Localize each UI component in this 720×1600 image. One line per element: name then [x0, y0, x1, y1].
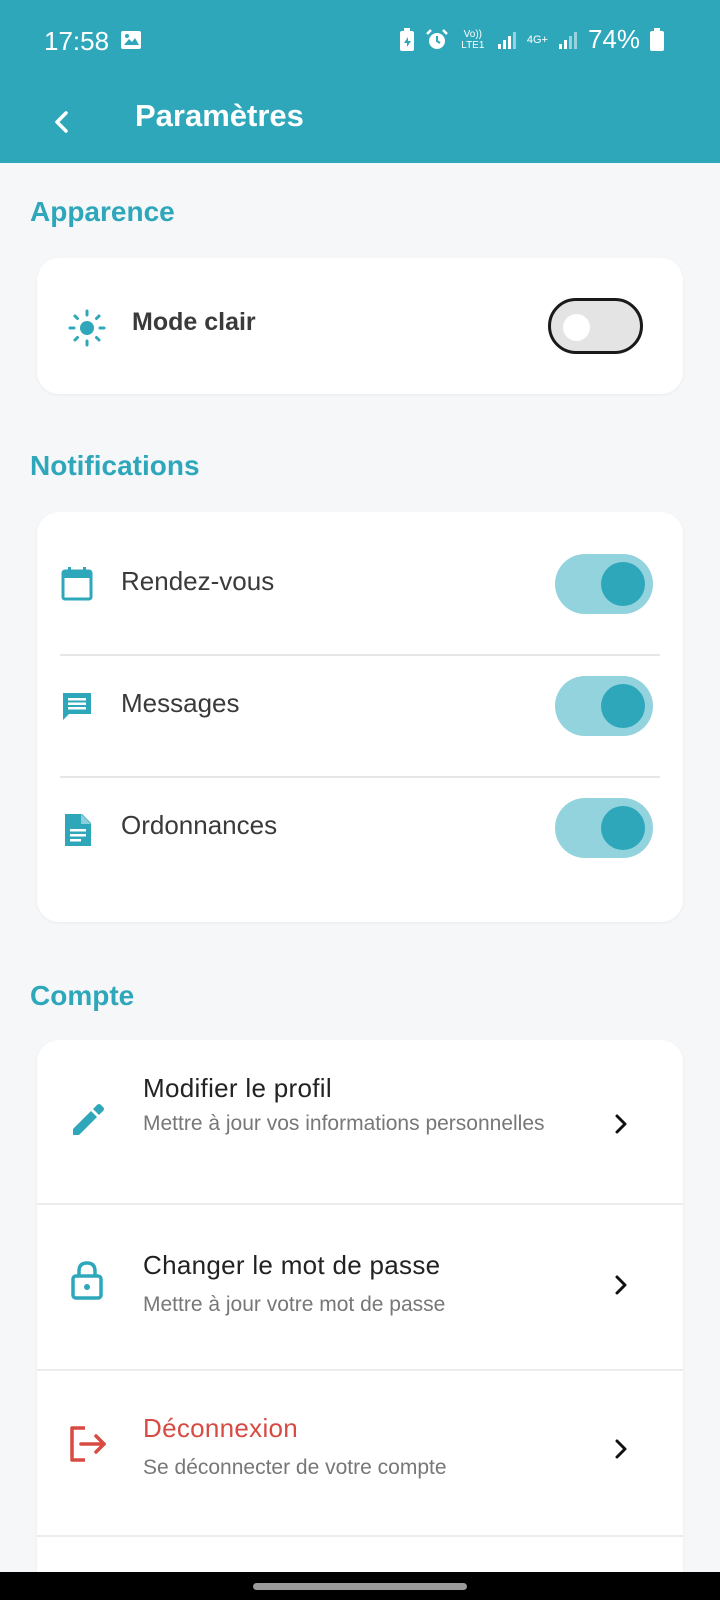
- section-title-account: Compte: [30, 980, 135, 1011]
- notif-row-rendez-vous[interactable]: Rendez-vous: [37, 526, 683, 647]
- status-bar: 17:58 Vo)) LTE1 4G+ 74%: [0, 0, 720, 82]
- notif-row-ordonnances[interactable]: Ordonnances: [37, 770, 683, 891]
- item-title: Modifier le profil: [143, 1073, 332, 1103]
- home-gesture-handle[interactable]: [253, 1583, 467, 1590]
- item-title: Déconnexion: [143, 1413, 299, 1443]
- appearance-card: Mode clair: [37, 258, 683, 394]
- volte-label: Vo)) LTE1: [461, 28, 485, 51]
- logout-icon: [70, 1426, 106, 1462]
- edit-profile-item[interactable]: Modifier le profil Mettre à jour vos inf…: [37, 1040, 683, 1202]
- item-subtitle: Mettre à jour vos informations personnel…: [143, 1112, 545, 1135]
- lock-icon: [71, 1261, 103, 1300]
- battery-percent: 74%: [587, 24, 640, 54]
- page-title: Paramètres: [135, 98, 304, 133]
- ordonnances-toggle[interactable]: [555, 798, 653, 858]
- system-nav-bar: [0, 1572, 720, 1600]
- alarm-icon: [425, 28, 448, 49]
- notif-label: Messages: [121, 688, 240, 718]
- toggle-knob: [601, 562, 645, 606]
- mode-clair-label: Mode clair: [132, 308, 256, 336]
- item-subtitle: Se déconnecter de votre compte: [143, 1456, 447, 1479]
- status-indicators: Vo)) LTE1 4G+ 74%: [399, 24, 664, 55]
- signal-1-icon: [497, 31, 516, 49]
- toggle-knob: [563, 314, 590, 341]
- section-title-appearance: Apparence: [30, 196, 175, 227]
- notif-label: Rendez-vous: [121, 566, 275, 596]
- app-bar: Paramètres: [0, 82, 720, 163]
- chevron-right-icon: [615, 1439, 627, 1459]
- section-title-notifications: Notifications: [30, 450, 200, 481]
- network-type-label: 4G+: [526, 33, 548, 46]
- back-button[interactable]: [36, 96, 88, 148]
- calendar-icon: [61, 567, 93, 601]
- chevron-right-icon: [615, 1114, 627, 1134]
- divider: [37, 1535, 683, 1537]
- rendez-vous-toggle[interactable]: [555, 554, 653, 614]
- toggle-knob: [601, 684, 645, 728]
- messages-toggle[interactable]: [555, 676, 653, 736]
- sun-icon: [68, 309, 106, 347]
- battery-saver-icon: [399, 27, 414, 51]
- battery-icon: [650, 27, 664, 51]
- chevron-left-icon: [55, 111, 68, 133]
- gallery-icon: [121, 31, 141, 49]
- notif-row-messages[interactable]: Messages: [37, 648, 683, 769]
- account-card: Modifier le profil Mettre à jour vos inf…: [37, 1040, 683, 1600]
- item-subtitle: Mettre à jour votre mot de passe: [143, 1293, 446, 1316]
- change-password-item[interactable]: Changer le mot de passe Mettre à jour vo…: [37, 1205, 683, 1367]
- pencil-icon: [73, 1104, 104, 1135]
- document-icon: [65, 814, 91, 846]
- item-title: Changer le mot de passe: [143, 1250, 441, 1280]
- notifications-card: Rendez-vous Messages Ordonnances: [37, 512, 683, 922]
- notif-label: Ordonnances: [121, 810, 278, 840]
- signal-2-icon: [558, 31, 577, 49]
- toggle-knob: [601, 806, 645, 850]
- chevron-right-icon: [615, 1275, 627, 1295]
- message-icon: [63, 693, 91, 720]
- logout-item[interactable]: Déconnexion Se déconnecter de votre comp…: [37, 1371, 683, 1533]
- mode-clair-toggle[interactable]: [548, 298, 643, 354]
- status-time: 17:58: [44, 26, 110, 56]
